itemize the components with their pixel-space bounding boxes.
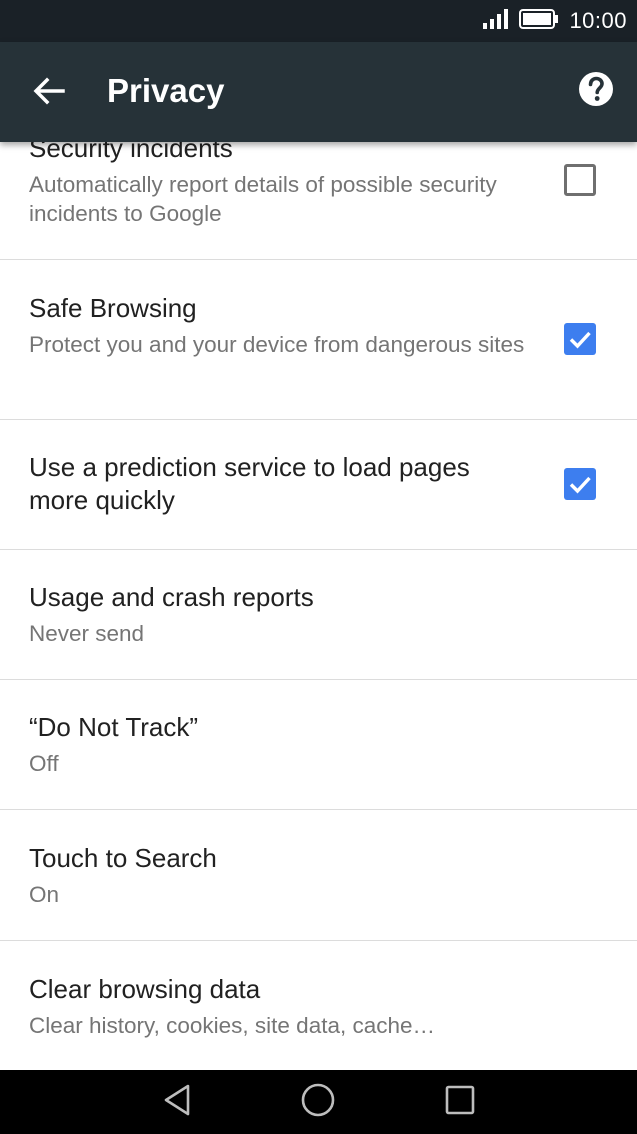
app-bar: Privacy: [0, 42, 637, 142]
status-icons: 10:00: [483, 0, 627, 42]
setting-title: Usage and crash reports: [29, 582, 314, 612]
security-incidents-checkbox[interactable]: [564, 164, 596, 196]
battery-icon: [519, 8, 559, 34]
setting-prediction-service[interactable]: Use a prediction service to load pages m…: [0, 420, 637, 550]
setting-usage-crash-reports[interactable]: Usage and crash reports Never send: [0, 550, 637, 680]
setting-title: Clear browsing data: [29, 974, 261, 1004]
back-button[interactable]: [24, 70, 74, 116]
setting-subtitle: Protect you and your device from dangero…: [29, 332, 525, 357]
nav-back-button[interactable]: [157, 1084, 197, 1120]
setting-clear-browsing-data[interactable]: Clear browsing data Clear history, cooki…: [0, 941, 637, 1070]
square-recents-icon: [444, 1084, 476, 1121]
setting-touch-to-search[interactable]: Touch to Search On: [0, 810, 637, 941]
setting-subtitle: Automatically report details of possible…: [29, 172, 497, 226]
status-bar: 10:00: [0, 0, 637, 42]
nav-recents-button[interactable]: [440, 1084, 480, 1120]
circle-home-icon: [300, 1082, 336, 1123]
nav-home-button[interactable]: [298, 1082, 338, 1123]
page-title: Privacy: [107, 72, 225, 109]
signal-icon: [483, 8, 509, 34]
setting-subtitle: Clear history, cookies, site data, cache…: [29, 1013, 436, 1038]
setting-do-not-track[interactable]: “Do Not Track” Off: [0, 680, 637, 810]
status-time: 10:00: [569, 8, 627, 33]
setting-security-incidents[interactable]: Security incidents Automatically report …: [0, 142, 637, 260]
check-icon: [564, 331, 596, 359]
setting-title: Use a prediction service to load pages m…: [29, 452, 470, 515]
triangle-back-icon: [161, 1083, 193, 1122]
navigation-bar: [0, 1070, 637, 1134]
setting-subtitle: On: [29, 882, 60, 907]
prediction-service-checkbox[interactable]: [564, 468, 596, 500]
setting-title: Touch to Search: [29, 843, 217, 873]
safe-browsing-checkbox[interactable]: [564, 323, 596, 355]
settings-list: Security incidents Automatically report …: [0, 142, 637, 1070]
setting-subtitle: Off: [29, 751, 59, 776]
arrow-back-icon: [33, 77, 65, 110]
check-icon: [564, 476, 596, 504]
setting-title: Security incidents: [29, 142, 233, 163]
setting-title: “Do Not Track”: [29, 712, 199, 742]
setting-subtitle: Never send: [29, 621, 145, 646]
help-button[interactable]: [577, 71, 615, 112]
setting-title: Safe Browsing: [29, 293, 197, 323]
help-icon: [578, 71, 614, 112]
setting-safe-browsing[interactable]: Safe Browsing Protect you and your devic…: [0, 260, 637, 420]
